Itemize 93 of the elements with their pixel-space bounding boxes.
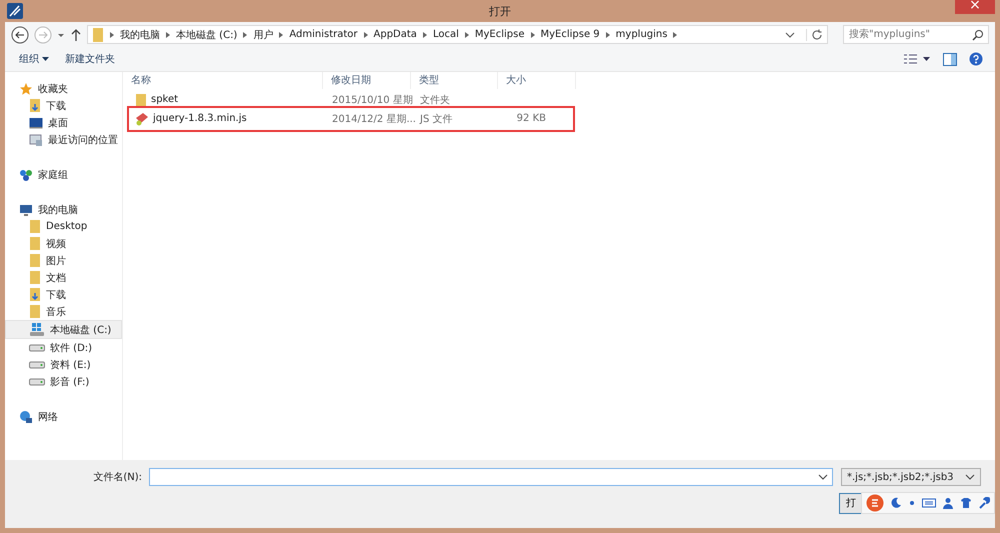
address-bar[interactable]: 我的电脑 本地磁盘 (C:) 用户 Administrator AppData Local MyEclipse MyEclipse 9 myplugins (87, 25, 828, 44)
star-icon (19, 82, 33, 96)
sidebar-item[interactable]: 桌面 (6, 114, 122, 131)
breadcrumb-item[interactable]: 本地磁盘 (C:) (176, 28, 238, 42)
window-title: 打开 (489, 4, 511, 18)
search-icon (972, 29, 984, 41)
preview-pane-icon[interactable] (943, 52, 957, 66)
open-button[interactable]: 打 (839, 492, 861, 514)
sidebar-item[interactable]: Desktop (6, 218, 122, 235)
sidebar-item[interactable]: 音乐 (6, 303, 122, 320)
help-icon[interactable] (969, 52, 983, 66)
sidebar-item[interactable]: 图片 (6, 252, 122, 269)
caret-icon (42, 57, 50, 62)
folder-icon (29, 98, 41, 113)
breadcrumb-item[interactable]: 我的电脑 (120, 28, 160, 42)
breadcrumb-item[interactable]: 用户 (253, 28, 274, 42)
breadcrumb-item[interactable]: MyEclipse 9 (540, 29, 600, 40)
close-button[interactable]: × (955, 0, 995, 14)
view-options-icon[interactable] (903, 53, 931, 65)
sidebar-item[interactable]: 我的电脑 (5, 201, 122, 218)
wrench-icon[interactable] (978, 497, 990, 509)
back-icon[interactable] (11, 26, 29, 44)
sidebar-item[interactable]: 软件 (D:) (6, 339, 122, 356)
chevron-icon (604, 30, 611, 38)
folder-icon (29, 304, 41, 319)
file-type-dropdown[interactable]: *.js;*.jsb;*.jsb2;*.jsb3 (841, 468, 981, 486)
column-header[interactable]: 大小 (498, 72, 576, 89)
chevron-icon (165, 30, 171, 38)
file-date: 2015/10/10 星期 (331, 94, 411, 106)
folder-icon (29, 219, 41, 234)
moon-icon[interactable] (890, 497, 902, 509)
computer-icon (19, 202, 33, 216)
chevron-icon (109, 30, 115, 38)
chevron-icon (362, 30, 369, 38)
sidebar-item[interactable]: 下载 (6, 286, 122, 303)
folder-icon (29, 287, 41, 302)
drive-icon (29, 344, 45, 352)
folder-icon (135, 92, 147, 106)
breadcrumb-item[interactable]: AppData (374, 29, 417, 40)
sidebar-item[interactable]: 本地磁盘 (C:) (5, 320, 122, 339)
dropdown-icon (965, 473, 975, 481)
sidebar-item[interactable]: 视频 (6, 235, 122, 252)
sidebar-item[interactable]: 网络 (5, 408, 122, 425)
breadcrumb-item[interactable]: Local (432, 29, 459, 40)
breadcrumb-item[interactable]: Administrator (289, 29, 358, 40)
folder-icon (29, 270, 41, 285)
filename-field[interactable] (149, 468, 833, 486)
sidebar-item[interactable]: 家庭组 (5, 166, 122, 183)
file-size: 92 KB (516, 113, 546, 124)
user-icon[interactable] (942, 497, 954, 509)
ime-logo-icon[interactable] (866, 494, 884, 512)
column-header[interactable]: 名称 (123, 72, 323, 89)
sidebar-item[interactable]: 下载 (6, 97, 122, 114)
drive-icon (29, 378, 45, 386)
drive-icon (29, 322, 45, 336)
column-header[interactable]: 修改日期 (323, 72, 411, 89)
filename-label: 文件名(N): (92, 470, 142, 484)
monitor-icon (29, 116, 43, 128)
homegroup-icon (19, 168, 33, 182)
shirt-icon[interactable] (960, 497, 972, 509)
breadcrumb-item[interactable]: myplugins (616, 29, 668, 40)
script-file-icon (135, 112, 149, 126)
sidebar-item[interactable]: 文档 (6, 269, 122, 286)
file-name[interactable]: spket (123, 92, 323, 106)
breadcrumb-item[interactable]: MyEclipse (474, 29, 524, 40)
drive-icon (29, 360, 45, 368)
dropdown-icon[interactable] (785, 30, 795, 38)
sidebar-item[interactable]: 收藏夹 (5, 80, 122, 97)
folder-icon (29, 236, 41, 251)
sidebar-item[interactable]: 资料 (E:) (6, 356, 122, 373)
search-field[interactable]: 搜索"myplugins" (843, 25, 989, 44)
refresh-icon[interactable] (806, 28, 823, 40)
sidebar-item[interactable]: 最近访问的位置 (6, 131, 122, 148)
chevron-icon (464, 30, 470, 38)
keyboard-icon[interactable] (922, 497, 936, 509)
chevron-icon (278, 30, 284, 38)
new-folder-button[interactable]: 新建文件夹 (63, 52, 118, 66)
recent-places-icon (29, 132, 43, 146)
up-arrow-icon[interactable] (70, 28, 82, 42)
folder-icon (29, 253, 41, 268)
network-icon (19, 410, 33, 424)
column-header[interactable]: 类型 (411, 72, 498, 89)
chevron-icon (672, 30, 678, 38)
dropdown-icon[interactable] (818, 473, 828, 481)
folder-icon (92, 26, 104, 42)
organize-button[interactable]: 组织 (17, 52, 52, 66)
chevron-icon (530, 30, 536, 38)
chevron-icon (242, 30, 248, 38)
sidebar-item[interactable]: 影音 (F:) (6, 373, 122, 390)
app-icon (7, 3, 23, 19)
chevron-icon (422, 30, 428, 38)
file-type: 文件夹 (419, 94, 451, 106)
file-name[interactable]: jquery-1.8.3.min.js (123, 112, 323, 126)
